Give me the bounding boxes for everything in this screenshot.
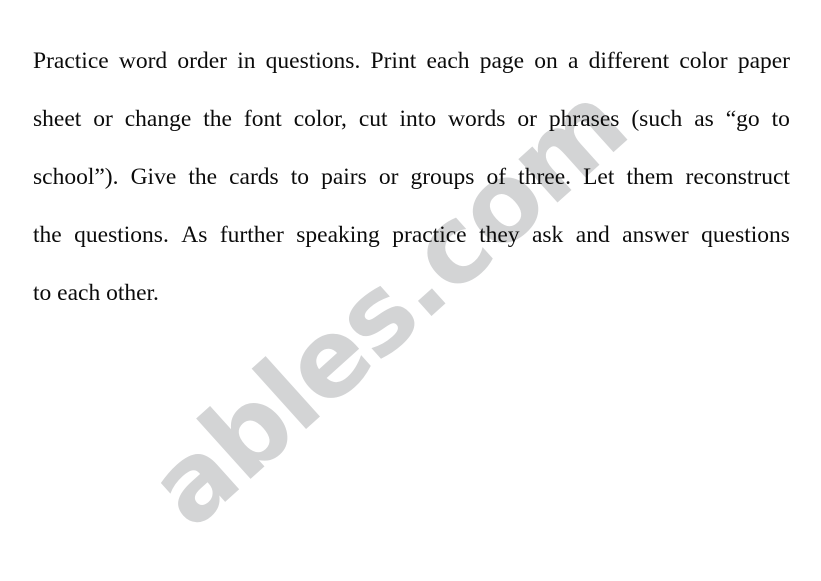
word: reconstruct [685, 164, 790, 190]
word: to [771, 106, 790, 132]
word: page [479, 48, 525, 74]
document-page: ables.com Practice word order in questio… [0, 0, 821, 581]
word: the [203, 106, 232, 132]
word: font [243, 106, 282, 132]
word: and [575, 222, 610, 248]
word: order [177, 48, 227, 74]
word: them [626, 164, 674, 190]
word: questions. [265, 48, 361, 74]
word: Let [583, 164, 615, 190]
word: change [124, 106, 192, 132]
word: or [378, 164, 399, 190]
word: As [181, 222, 208, 248]
word: “go [725, 106, 760, 132]
word: or [517, 106, 537, 132]
document-body: Practice word order in questions. Print … [33, 32, 790, 322]
word: a [567, 48, 579, 74]
word: school”). [33, 164, 119, 190]
word: paper [737, 48, 790, 74]
word: the [188, 164, 218, 190]
word: the [33, 222, 62, 248]
word: questions [701, 222, 790, 248]
word: into [399, 106, 437, 132]
word: Print [370, 48, 417, 74]
text-line-4: the questions. As further speaking pract… [33, 206, 790, 264]
word: phrases [548, 106, 620, 132]
word: ask [531, 222, 564, 248]
word: color, [293, 106, 347, 132]
word: different [588, 48, 670, 74]
word: they [479, 222, 520, 248]
word: to [290, 164, 310, 190]
word: each [426, 48, 470, 74]
word: (such [631, 106, 683, 132]
word: three. [518, 164, 572, 190]
text-line-1: Practice word order in questions. Print … [33, 32, 790, 90]
text-line-2: sheet or change the font color, cut into… [33, 90, 790, 148]
word: on [534, 48, 558, 74]
word: or [93, 106, 113, 132]
word: of [486, 164, 507, 190]
word: cards [229, 164, 279, 190]
word: further [219, 222, 284, 248]
word: color [679, 48, 728, 74]
word: sheet [33, 106, 82, 132]
word: speaking [296, 222, 380, 248]
word: Practice [33, 48, 109, 74]
word: questions. [74, 222, 169, 248]
word: groups [410, 164, 475, 190]
word: in [237, 48, 256, 74]
word: Give [130, 164, 177, 190]
word: practice [392, 222, 467, 248]
text-line-5: to each other. [33, 280, 159, 306]
word: words [448, 106, 506, 132]
word: as [694, 106, 714, 132]
text-line-3: school”). Give the cards to pairs or gro… [33, 148, 790, 206]
paragraph-instructions: Practice word order in questions. Print … [33, 32, 790, 322]
word: answer [622, 222, 689, 248]
word: word [118, 48, 168, 74]
word: cut [358, 106, 388, 132]
word: pairs [321, 164, 367, 190]
